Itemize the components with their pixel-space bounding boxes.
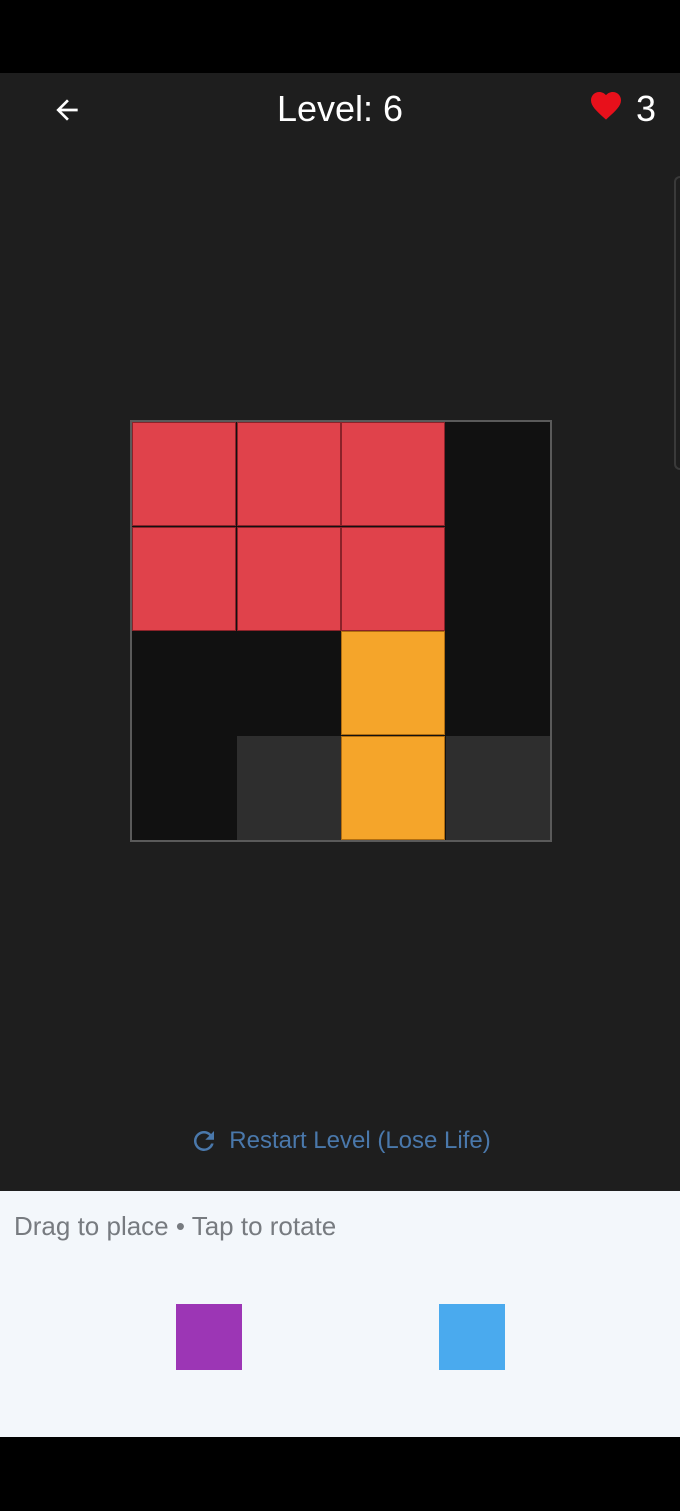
board-cell-orange	[341, 631, 445, 735]
status-bar	[0, 0, 680, 73]
board-cell-red	[132, 526, 236, 631]
lives-count: 3	[635, 88, 656, 129]
scroll-edge-indicator	[674, 176, 680, 470]
instruction-hint: Drag to place • Tap to rotate	[14, 1211, 337, 1241]
level-title: Level: 6	[276, 88, 404, 129]
restart-level-button[interactable]: Restart Level (Lose Life)	[0, 1121, 680, 1161]
blue-piece[interactable]	[439, 1304, 505, 1370]
board-cell-red	[236, 526, 341, 631]
navigation-bar	[0, 1437, 680, 1511]
refresh-icon	[194, 1131, 215, 1151]
board-cell-orange	[341, 735, 445, 840]
board-cell-red	[341, 526, 445, 631]
heart-icon	[590, 92, 621, 120]
game-screen: Level: 6 3 Restart Level (Lose Life)	[0, 73, 680, 1191]
piece-tray: Drag to place • Tap to rotate	[0, 1191, 680, 1437]
board-cell-red	[236, 422, 341, 526]
board-cell-red	[132, 422, 236, 526]
top-bar: Level: 6 3	[0, 73, 680, 145]
board-cell-red	[341, 422, 445, 526]
board-cell-ghost	[445, 735, 550, 840]
game-board[interactable]	[130, 420, 552, 842]
restart-label: Restart Level (Lose Life)	[229, 1127, 491, 1154]
lives-counter: 3	[588, 87, 656, 131]
board-cell-ghost	[236, 735, 341, 840]
purple-piece[interactable]	[176, 1304, 242, 1370]
